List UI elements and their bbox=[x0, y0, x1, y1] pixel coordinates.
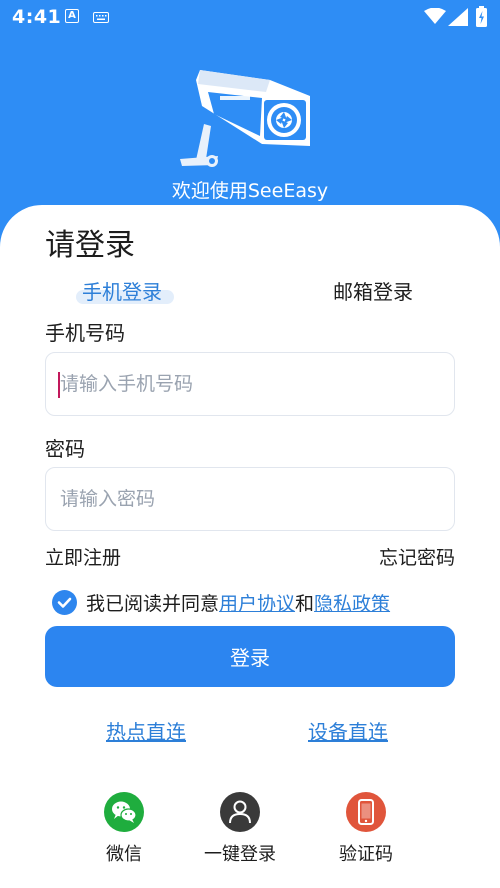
register-link[interactable]: 立即注册 bbox=[45, 543, 121, 570]
user-agreement-link[interactable]: 用户协议 bbox=[219, 589, 295, 616]
agree-checkbox[interactable] bbox=[52, 589, 77, 615]
tab-email-login[interactable]: 邮箱登录 bbox=[333, 276, 413, 305]
sms-code-label: 验证码 bbox=[339, 844, 393, 865]
phone-input[interactable] bbox=[60, 353, 440, 415]
agree-and-text: 和 bbox=[295, 592, 315, 615]
welcome-text: 欢迎使用SeeEasy bbox=[171, 180, 329, 202]
checkmark-icon bbox=[57, 597, 72, 608]
keyboard-icon bbox=[93, 12, 109, 23]
privacy-policy-link[interactable]: 隐私政策 bbox=[314, 589, 390, 616]
forgot-password-link[interactable]: 忘记密码 bbox=[379, 543, 455, 570]
tab-phone-login[interactable]: 手机登录 bbox=[82, 276, 162, 305]
password-field[interactable] bbox=[45, 467, 455, 531]
wifi-icon bbox=[424, 8, 446, 24]
agreement-row: 我已阅读并同意 用户协议和隐私政策 bbox=[52, 588, 390, 616]
status-bar: 4:41 A bbox=[0, 0, 500, 34]
wechat-login-button[interactable]: 微信 bbox=[74, 792, 174, 866]
login-title: 请登录 bbox=[45, 228, 135, 263]
one-key-login-label: 一键登录 bbox=[204, 844, 276, 865]
password-label: 密码 bbox=[45, 437, 85, 461]
phone-icon bbox=[346, 792, 386, 832]
phone-field[interactable] bbox=[45, 352, 455, 416]
one-key-login-button[interactable]: 一键登录 bbox=[190, 792, 290, 866]
signal-icon bbox=[448, 8, 468, 26]
hotspot-direct-link[interactable]: 热点直连 bbox=[106, 716, 186, 745]
device-direct-link[interactable]: 设备直连 bbox=[308, 716, 388, 745]
status-time: 4:41 bbox=[12, 6, 62, 28]
login-button[interactable]: 登录 bbox=[45, 626, 455, 687]
status-a-icon: A bbox=[65, 9, 79, 23]
agree-text: 我已阅读并同意 bbox=[86, 592, 220, 615]
wechat-label: 微信 bbox=[106, 844, 142, 865]
wechat-icon bbox=[104, 792, 144, 832]
user-icon bbox=[220, 792, 260, 832]
camera-logo-icon bbox=[180, 70, 310, 167]
password-input[interactable] bbox=[60, 468, 440, 530]
sms-code-login-button[interactable]: 验证码 bbox=[316, 792, 416, 866]
battery-icon bbox=[476, 6, 487, 27]
phone-label: 手机号码 bbox=[45, 321, 125, 345]
